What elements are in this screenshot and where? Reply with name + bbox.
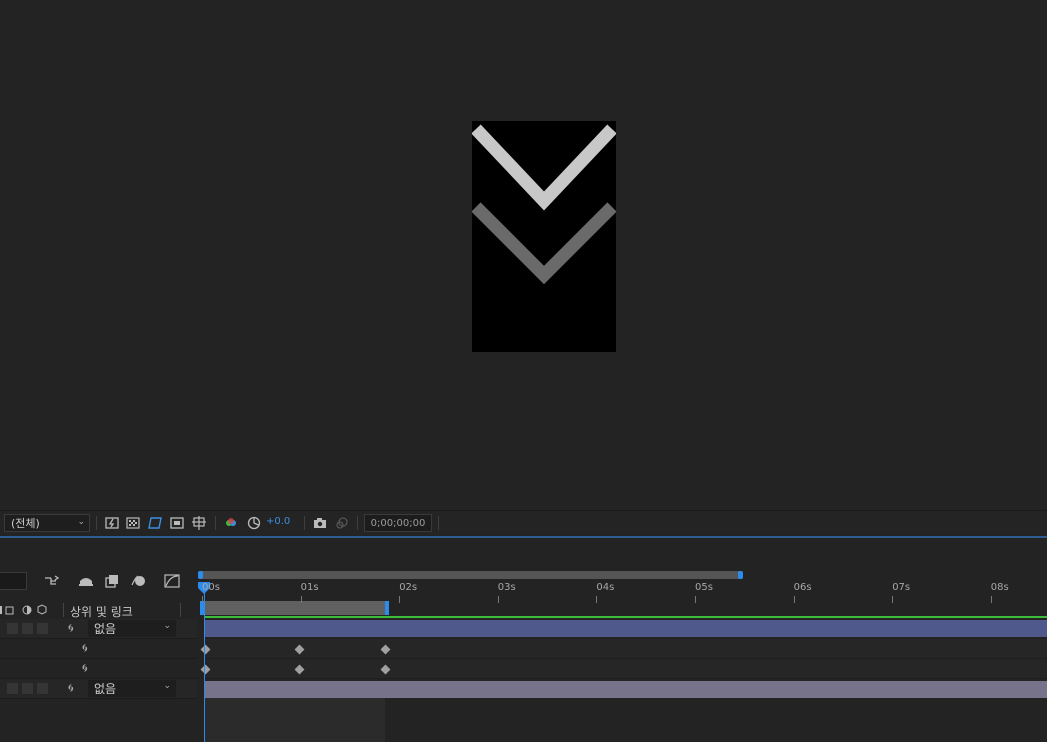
layer-duration-bar[interactable] <box>204 620 1047 637</box>
video-switch[interactable] <box>7 623 18 634</box>
ruler-tick <box>300 596 302 603</box>
toolbar-divider <box>438 516 439 530</box>
parent-link-header[interactable]: 상위 및 링크 <box>70 603 133 620</box>
ruler-label: 01s <box>300 582 319 593</box>
toolbar-divider <box>215 516 216 530</box>
toolbar-divider <box>304 516 305 530</box>
pick-whip-icon[interactable]: 🌀︎ <box>82 661 88 676</box>
playhead-line[interactable] <box>204 586 205 742</box>
channel-rgb-icon[interactable] <box>224 516 238 530</box>
chevron-down-icon: ⌄ <box>163 681 171 691</box>
region-of-interest-icon[interactable] <box>170 516 184 530</box>
chevron-down-icon: ⌄ <box>77 517 85 527</box>
graph-editor-icon[interactable] <box>164 574 180 588</box>
ruler-tick <box>695 596 696 603</box>
keyframe-track <box>200 639 1047 659</box>
layer-duration-bar[interactable] <box>204 681 1047 698</box>
audio-switch[interactable] <box>22 623 33 634</box>
ruler-tick <box>596 596 598 603</box>
camera-snapshot-icon[interactable] <box>313 516 327 530</box>
ruler-label: 00s <box>202 582 220 593</box>
ruler-tick <box>892 596 894 603</box>
keyframe[interactable] <box>380 644 391 655</box>
keyframe[interactable] <box>200 664 211 675</box>
keyframe-track <box>200 659 1047 679</box>
ruler-tick <box>793 596 795 603</box>
work-area-bar[interactable] <box>198 571 743 579</box>
video-switch[interactable] <box>7 683 18 694</box>
ruler-label: 07s <box>892 582 911 593</box>
composition-range-bar[interactable] <box>200 601 389 615</box>
parent-value: 없음 <box>94 622 117 636</box>
pick-whip-icon[interactable]: 🌀︎ <box>68 681 74 696</box>
ruler-tick <box>497 596 499 603</box>
solo-switch[interactable] <box>37 623 48 634</box>
column-divider <box>180 603 181 617</box>
range-end-handle[interactable] <box>385 601 389 615</box>
work-area-start-handle[interactable] <box>198 571 203 579</box>
audio-switch[interactable] <box>22 683 33 694</box>
transparency-grid-icon[interactable] <box>126 516 140 530</box>
resolution-value: (전체) <box>11 517 40 530</box>
keyframe[interactable] <box>294 664 305 675</box>
exposure-value[interactable]: +0.0 <box>266 516 290 527</box>
ruler-tick <box>990 596 992 603</box>
keyframe[interactable] <box>294 644 305 655</box>
motion-blur-icon[interactable] <box>131 574 147 588</box>
parent-dropdown[interactable]: 없음 ⌄ <box>88 620 176 637</box>
fast-preview-icon[interactable] <box>105 516 119 530</box>
ruler-label: 08s <box>990 582 1009 593</box>
timeline-panel: 상위 및 링크 🌀︎ 없음 ⌄ 🌀︎ 🌀︎ 🌀︎ 없음 ⌄ 00s 01s 02… <box>0 538 1047 742</box>
ruler-label: 06s <box>793 582 812 593</box>
layer-search-input[interactable] <box>0 572 27 590</box>
work-area-end-handle[interactable] <box>738 571 743 579</box>
render-range-indicator <box>204 616 1047 618</box>
layer-row[interactable]: 🌀︎ 없음 ⌄ <box>0 679 197 699</box>
layer-column-header: 상위 및 링크 <box>0 600 197 620</box>
show-snapshot-icon[interactable] <box>335 516 349 530</box>
frame-blending-icon[interactable] <box>104 574 120 588</box>
chevron-down-icon: ⌄ <box>163 621 171 631</box>
switches-header-icons <box>0 604 47 615</box>
parent-dropdown[interactable]: 없음 ⌄ <box>88 680 176 697</box>
column-divider <box>63 603 64 617</box>
layer-row[interactable]: 🌀︎ 없음 ⌄ <box>0 619 197 639</box>
ruler-label: 03s <box>497 582 516 593</box>
pick-whip-icon[interactable]: 🌀︎ <box>82 641 88 656</box>
mask-path-visibility-icon[interactable] <box>148 516 162 530</box>
chevron-graphic <box>471 124 617 285</box>
ruler-tick <box>399 596 401 603</box>
keyframe[interactable] <box>200 644 211 655</box>
solo-switch[interactable] <box>37 683 48 694</box>
parent-value: 없음 <box>94 682 117 696</box>
ruler-label: 02s <box>399 582 418 593</box>
keyframe[interactable] <box>380 664 391 675</box>
comp-flowchart-icon[interactable] <box>44 574 60 588</box>
composition-canvas[interactable] <box>471 121 617 352</box>
property-row[interactable]: 🌀︎ <box>0 659 197 679</box>
shy-layers-icon[interactable] <box>78 574 94 588</box>
grid-guides-icon[interactable] <box>192 516 206 530</box>
pick-whip-icon[interactable]: 🌀︎ <box>68 621 74 636</box>
toolbar-divider <box>357 516 358 530</box>
ruler-label: 05s <box>695 582 713 593</box>
current-time-display[interactable]: 0;00;00;00 <box>364 514 432 532</box>
ruler-tick <box>202 596 203 603</box>
resolution-dropdown[interactable]: (전체) ⌄ <box>4 514 90 532</box>
viewer-toolbar: (전체) ⌄ +0.0 0;00;00;00 <box>0 510 1047 534</box>
ruler-label: 04s <box>596 582 615 593</box>
reset-exposure-icon[interactable] <box>247 516 261 530</box>
composition-viewer[interactable] <box>0 0 1047 510</box>
property-row[interactable]: 🌀︎ <box>0 639 197 659</box>
toolbar-divider <box>96 516 97 530</box>
timeline-empty-area <box>204 698 385 742</box>
